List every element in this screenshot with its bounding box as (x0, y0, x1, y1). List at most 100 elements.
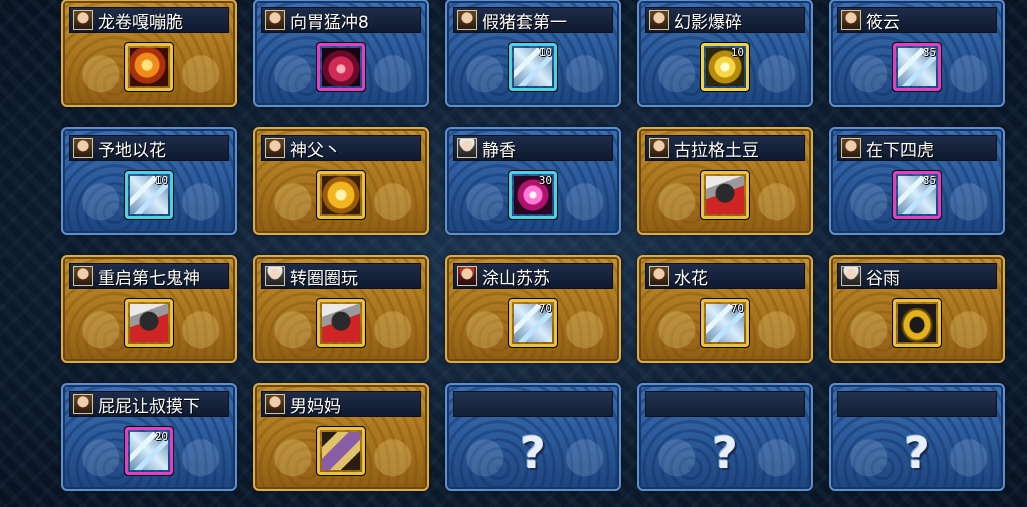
gauntlet-icon (706, 176, 744, 214)
item-slot[interactable]: 35 (892, 170, 942, 220)
fire-orb-icon (130, 48, 168, 86)
gauntlet-icon (130, 304, 168, 342)
reward-card[interactable]: 水花 70 (637, 255, 813, 363)
item-slot[interactable] (316, 42, 366, 92)
item-slot[interactable]: 70 (700, 298, 750, 348)
reward-card[interactable]: 神父丶 (253, 127, 429, 235)
player-name-bar: 筱云 (837, 7, 997, 33)
player-name-bar: 神父丶 (261, 135, 421, 161)
item-slot[interactable] (316, 298, 366, 348)
player-name-bar (645, 391, 805, 417)
player-name-bar (453, 391, 613, 417)
player-name-bar: 静香 (453, 135, 613, 161)
reward-card[interactable]: 向胃猛冲8 (253, 0, 429, 107)
item-count: 10 (154, 174, 168, 187)
player-name-bar: 谷雨 (837, 263, 997, 289)
player-name-bar: 予地以花 (69, 135, 229, 161)
item-slot[interactable] (316, 170, 366, 220)
player-name-bar: 在下四虎 (837, 135, 997, 161)
player-avatar-icon (649, 266, 669, 286)
reward-card[interactable]: 在下四虎 35 (829, 127, 1005, 235)
player-avatar-icon (265, 138, 285, 158)
player-avatar-icon (457, 266, 477, 286)
player-avatar-icon (841, 266, 861, 286)
player-name-bar: 向胃猛冲8 (261, 7, 421, 33)
player-avatar-icon (649, 10, 669, 30)
unknown-reward-card[interactable]: ? (829, 383, 1005, 491)
item-slot[interactable]: 20 (124, 426, 174, 476)
reward-card[interactable]: 男妈妈 (253, 383, 429, 491)
reward-card[interactable]: 予地以花 10 (61, 127, 237, 235)
scroll-icon (322, 432, 360, 470)
reward-card[interactable]: 转圈圈玩 (253, 255, 429, 363)
question-mark-icon: ? (904, 427, 930, 479)
item-slot[interactable]: 35 (892, 42, 942, 92)
item-slot[interactable] (124, 42, 174, 92)
player-avatar-icon (457, 138, 477, 158)
player-name-bar: 龙卷嘎嘣脆 (69, 7, 229, 33)
reward-grid: 龙卷嘎嘣脆 向胃猛冲8 假猪套第一 10 幻影爆碎 10 筱云 35 予地以花 10 神父丶 静香 30… (0, 0, 1027, 507)
reward-card[interactable]: 涂山苏苏 70 (445, 255, 621, 363)
gold-ring-icon (898, 304, 936, 342)
item-slot[interactable]: 30 (508, 170, 558, 220)
player-name: 假猪套第一 (482, 12, 567, 33)
reward-card[interactable]: 静香 30 (445, 127, 621, 235)
item-slot[interactable] (124, 298, 174, 348)
item-count: 20 (154, 430, 168, 443)
unknown-reward-card[interactable]: ? (637, 383, 813, 491)
player-name: 神父丶 (290, 140, 341, 161)
player-name: 谷雨 (866, 268, 900, 289)
player-name-bar: 水花 (645, 263, 805, 289)
unknown-reward-card[interactable]: ? (445, 383, 621, 491)
player-name: 予地以花 (98, 140, 166, 161)
reward-card[interactable]: 屁屁让叔摸下 20 (61, 383, 237, 491)
item-count: 35 (922, 46, 936, 59)
player-name-bar: 屁屁让叔摸下 (69, 391, 229, 417)
player-avatar-icon (73, 138, 93, 158)
player-avatar-icon (841, 10, 861, 30)
item-slot[interactable]: 10 (124, 170, 174, 220)
player-avatar-icon (73, 266, 93, 286)
player-name-bar: 男妈妈 (261, 391, 421, 417)
item-count: 30 (538, 174, 552, 187)
reward-card[interactable]: 筱云 35 (829, 0, 1005, 107)
player-name-bar: 幻影爆碎 (645, 7, 805, 33)
item-slot[interactable] (892, 298, 942, 348)
reward-card[interactable]: 假猪套第一 10 (445, 0, 621, 107)
item-slot[interactable]: 10 (508, 42, 558, 92)
item-slot[interactable]: 70 (508, 298, 558, 348)
reward-card[interactable]: 幻影爆碎 10 (637, 0, 813, 107)
item-count: 70 (730, 302, 744, 315)
player-name: 屁屁让叔摸下 (98, 396, 200, 417)
player-avatar-icon (73, 394, 93, 414)
question-mark-icon: ? (520, 427, 546, 479)
item-count: 70 (538, 302, 552, 315)
player-avatar-icon (265, 394, 285, 414)
player-name-bar: 古拉格土豆 (645, 135, 805, 161)
player-name-bar: 重启第七鬼神 (69, 263, 229, 289)
player-avatar-icon (265, 266, 285, 286)
reward-card[interactable]: 古拉格土豆 (637, 127, 813, 235)
reward-card[interactable]: 龙卷嘎嘣脆 (61, 0, 237, 107)
player-avatar-icon (73, 10, 93, 30)
player-name: 古拉格土豆 (674, 140, 759, 161)
player-name: 龙卷嘎嘣脆 (98, 12, 183, 33)
player-name: 水花 (674, 268, 708, 289)
player-name: 向胃猛冲8 (290, 12, 369, 33)
player-name: 转圈圈玩 (290, 268, 358, 289)
player-name-bar: 转圈圈玩 (261, 263, 421, 289)
reward-card[interactable]: 谷雨 (829, 255, 1005, 363)
player-name: 在下四虎 (866, 140, 934, 161)
player-name-bar: 假猪套第一 (453, 7, 613, 33)
item-slot[interactable] (316, 426, 366, 476)
player-name-bar: 涂山苏苏 (453, 263, 613, 289)
item-slot[interactable]: 10 (700, 42, 750, 92)
item-count: 35 (922, 174, 936, 187)
player-name: 筱云 (866, 12, 900, 33)
player-avatar-icon (457, 10, 477, 30)
player-avatar-icon (649, 138, 669, 158)
item-slot[interactable] (700, 170, 750, 220)
gauntlet-icon (322, 304, 360, 342)
reward-card[interactable]: 重启第七鬼神 (61, 255, 237, 363)
red-orb-icon (322, 48, 360, 86)
